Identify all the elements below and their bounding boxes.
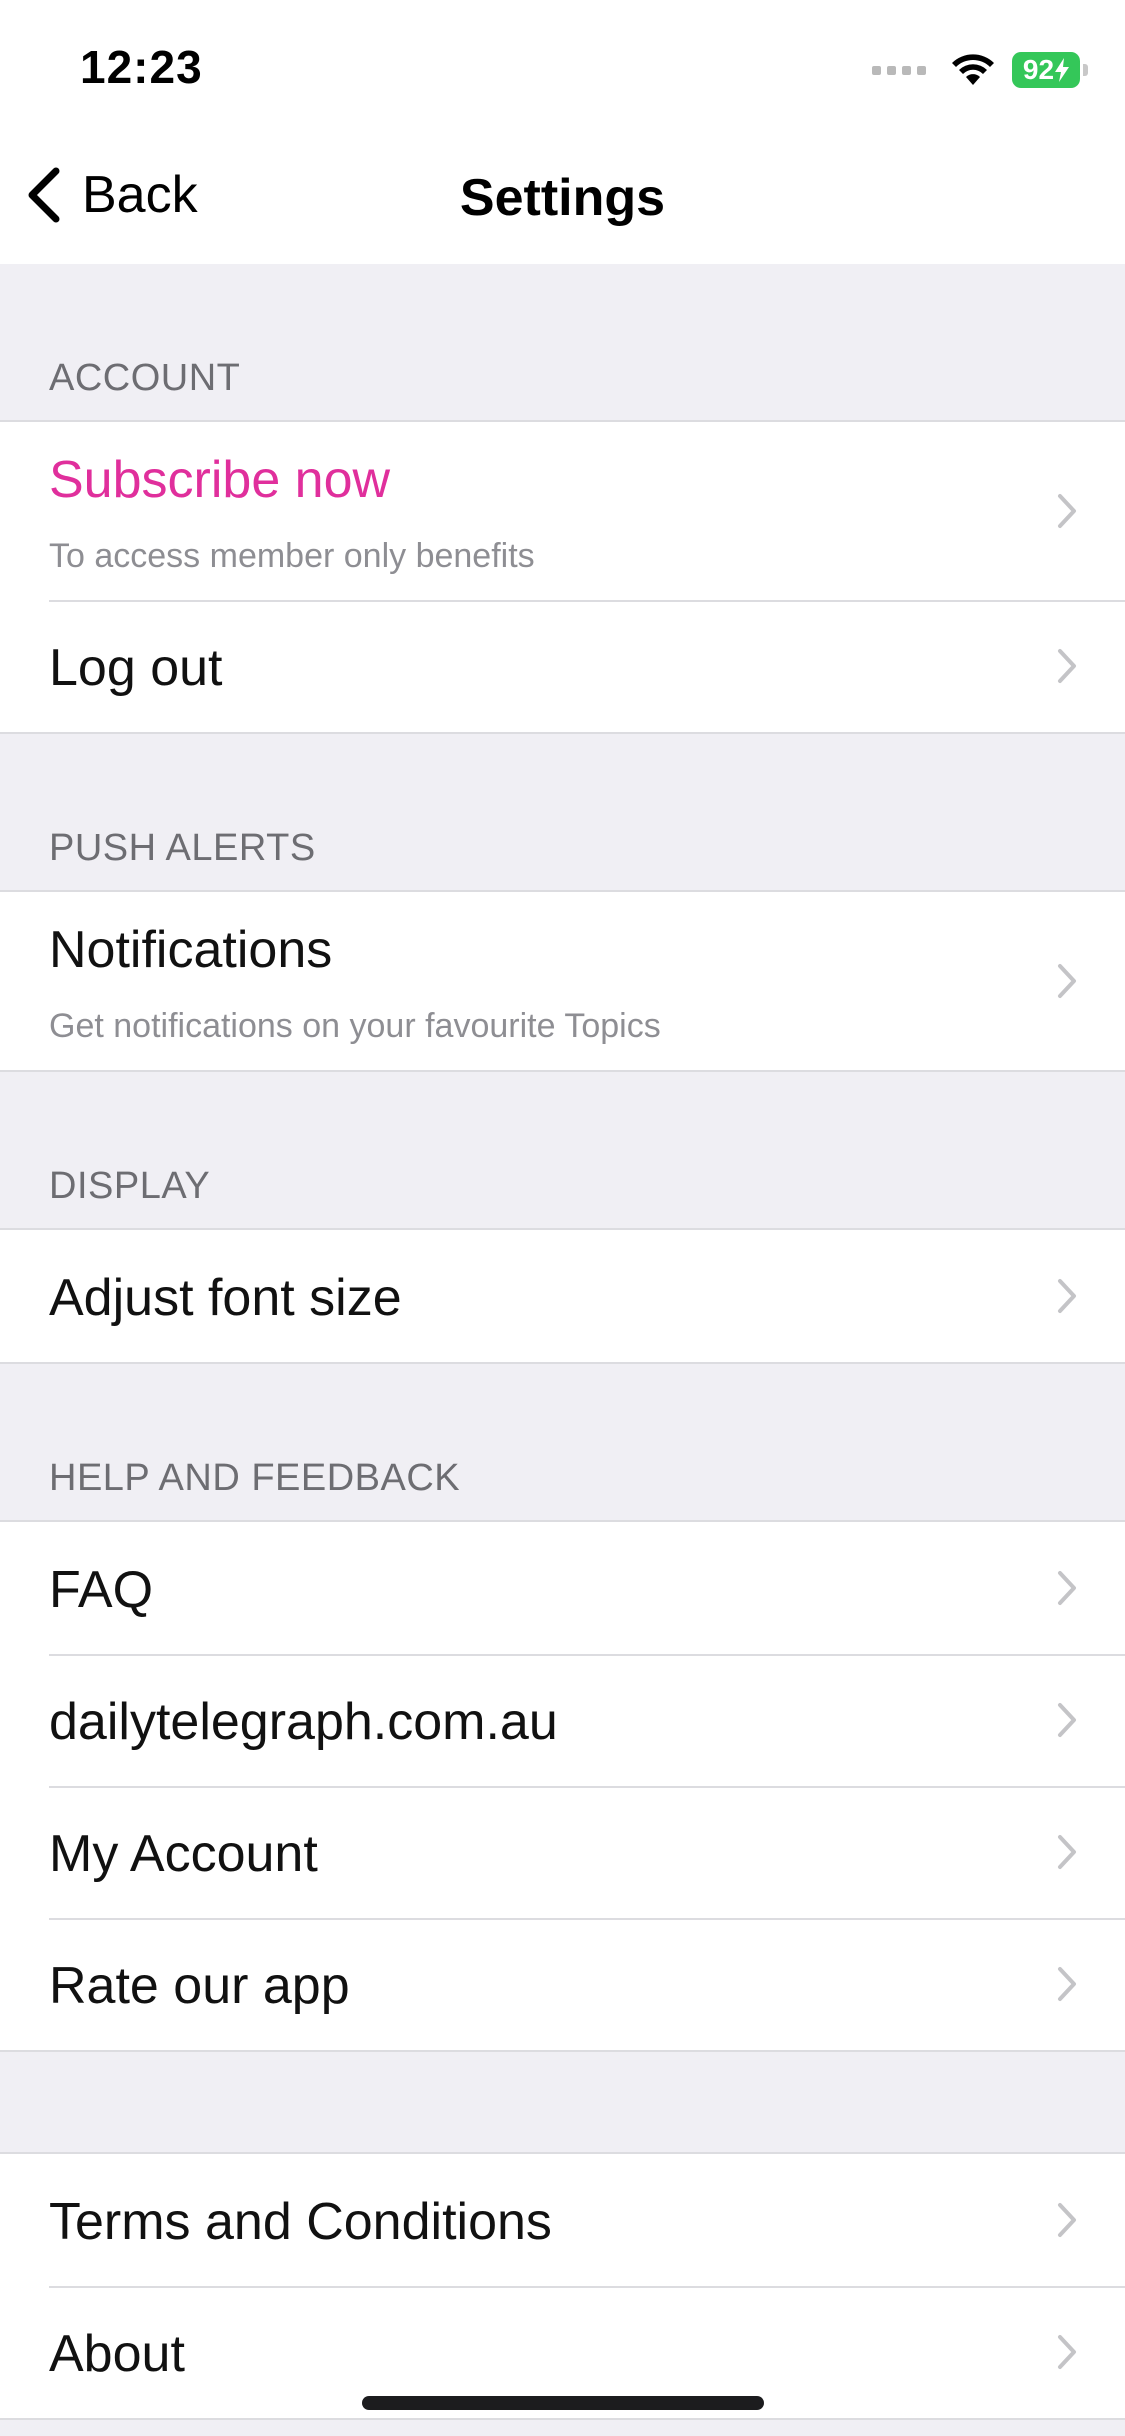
status-bar: 12:23 92 bbox=[0, 0, 1125, 130]
push-alerts-group: Notifications Get notifications on your … bbox=[0, 890, 1125, 1072]
chevron-left-icon bbox=[28, 167, 60, 223]
subscribe-now-title: Subscribe now bbox=[49, 451, 391, 509]
notifications-row[interactable]: Notifications Get notifications on your … bbox=[0, 892, 1125, 1070]
my-account-label: My Account bbox=[49, 1825, 318, 1883]
chevron-right-icon bbox=[1058, 964, 1076, 998]
chevron-right-icon bbox=[1058, 494, 1076, 528]
rate-our-app-row[interactable]: Rate our app bbox=[0, 1918, 1125, 2050]
log-out-row[interactable]: Log out bbox=[0, 600, 1125, 732]
charging-bolt-icon bbox=[1055, 58, 1070, 82]
status-time: 12:23 bbox=[80, 41, 203, 93]
settings-list: ACCOUNT Subscribe now To access member o… bbox=[0, 264, 1125, 2420]
section-header-label: HELP AND FEEDBACK bbox=[49, 1457, 461, 1499]
section-header-help-feedback: HELP AND FEEDBACK bbox=[0, 1364, 1125, 1520]
website-row[interactable]: dailytelegraph.com.au bbox=[0, 1654, 1125, 1786]
chevron-right-icon bbox=[1058, 2203, 1076, 2237]
navigation-bar: Settings Back bbox=[0, 130, 1125, 264]
legal-group: Terms and Conditions About bbox=[0, 2152, 1125, 2420]
terms-and-conditions-row[interactable]: Terms and Conditions bbox=[0, 2154, 1125, 2286]
log-out-label: Log out bbox=[49, 639, 223, 697]
about-label: About bbox=[49, 2325, 185, 2383]
battery-icon: 92 bbox=[1012, 52, 1088, 88]
adjust-font-size-label: Adjust font size bbox=[49, 1269, 402, 1327]
section-header-push-alerts: PUSH ALERTS bbox=[0, 734, 1125, 890]
cellular-signal-icon bbox=[872, 65, 926, 75]
help-feedback-group: FAQ dailytelegraph.com.au My Account Rat… bbox=[0, 1520, 1125, 2052]
back-button[interactable]: Back bbox=[24, 160, 198, 230]
chevron-right-icon bbox=[1058, 2335, 1076, 2369]
section-header-account: ACCOUNT bbox=[0, 264, 1125, 420]
terms-and-conditions-label: Terms and Conditions bbox=[49, 2193, 552, 2251]
website-label: dailytelegraph.com.au bbox=[49, 1693, 558, 1751]
wifi-icon bbox=[952, 54, 994, 85]
chevron-right-icon bbox=[1058, 1967, 1076, 2001]
settings-screen: 12:23 92 Settings Back ACCOUNT Subscribe… bbox=[0, 0, 1125, 2436]
back-label: Back bbox=[82, 166, 198, 224]
adjust-font-size-row[interactable]: Adjust font size bbox=[0, 1230, 1125, 1362]
display-group: Adjust font size bbox=[0, 1228, 1125, 1364]
rate-our-app-label: Rate our app bbox=[49, 1957, 350, 2015]
section-header-label: PUSH ALERTS bbox=[49, 827, 316, 869]
section-header-label: ACCOUNT bbox=[49, 357, 241, 399]
chevron-right-icon bbox=[1058, 1703, 1076, 1737]
battery-cap bbox=[1083, 64, 1088, 76]
chevron-right-icon bbox=[1058, 649, 1076, 683]
faq-label: FAQ bbox=[49, 1561, 154, 1619]
chevron-right-icon bbox=[1058, 1571, 1076, 1605]
notifications-subtitle: Get notifications on your favourite Topi… bbox=[49, 1007, 661, 1045]
section-header-label: DISPLAY bbox=[49, 1165, 211, 1207]
subscribe-now-subtitle: To access member only benefits bbox=[49, 537, 535, 575]
account-group: Subscribe now To access member only bene… bbox=[0, 420, 1125, 734]
chevron-right-icon bbox=[1058, 1835, 1076, 1869]
battery-level: 92 bbox=[1022, 54, 1055, 85]
subscribe-now-row[interactable]: Subscribe now To access member only bene… bbox=[0, 422, 1125, 600]
faq-row[interactable]: FAQ bbox=[0, 1522, 1125, 1654]
notifications-title: Notifications bbox=[49, 921, 333, 979]
status-indicators: 92 bbox=[872, 48, 1088, 92]
my-account-row[interactable]: My Account bbox=[0, 1786, 1125, 1918]
section-header-display: DISPLAY bbox=[0, 1072, 1125, 1228]
home-indicator[interactable] bbox=[362, 2396, 764, 2410]
chevron-right-icon bbox=[1058, 1279, 1076, 1313]
